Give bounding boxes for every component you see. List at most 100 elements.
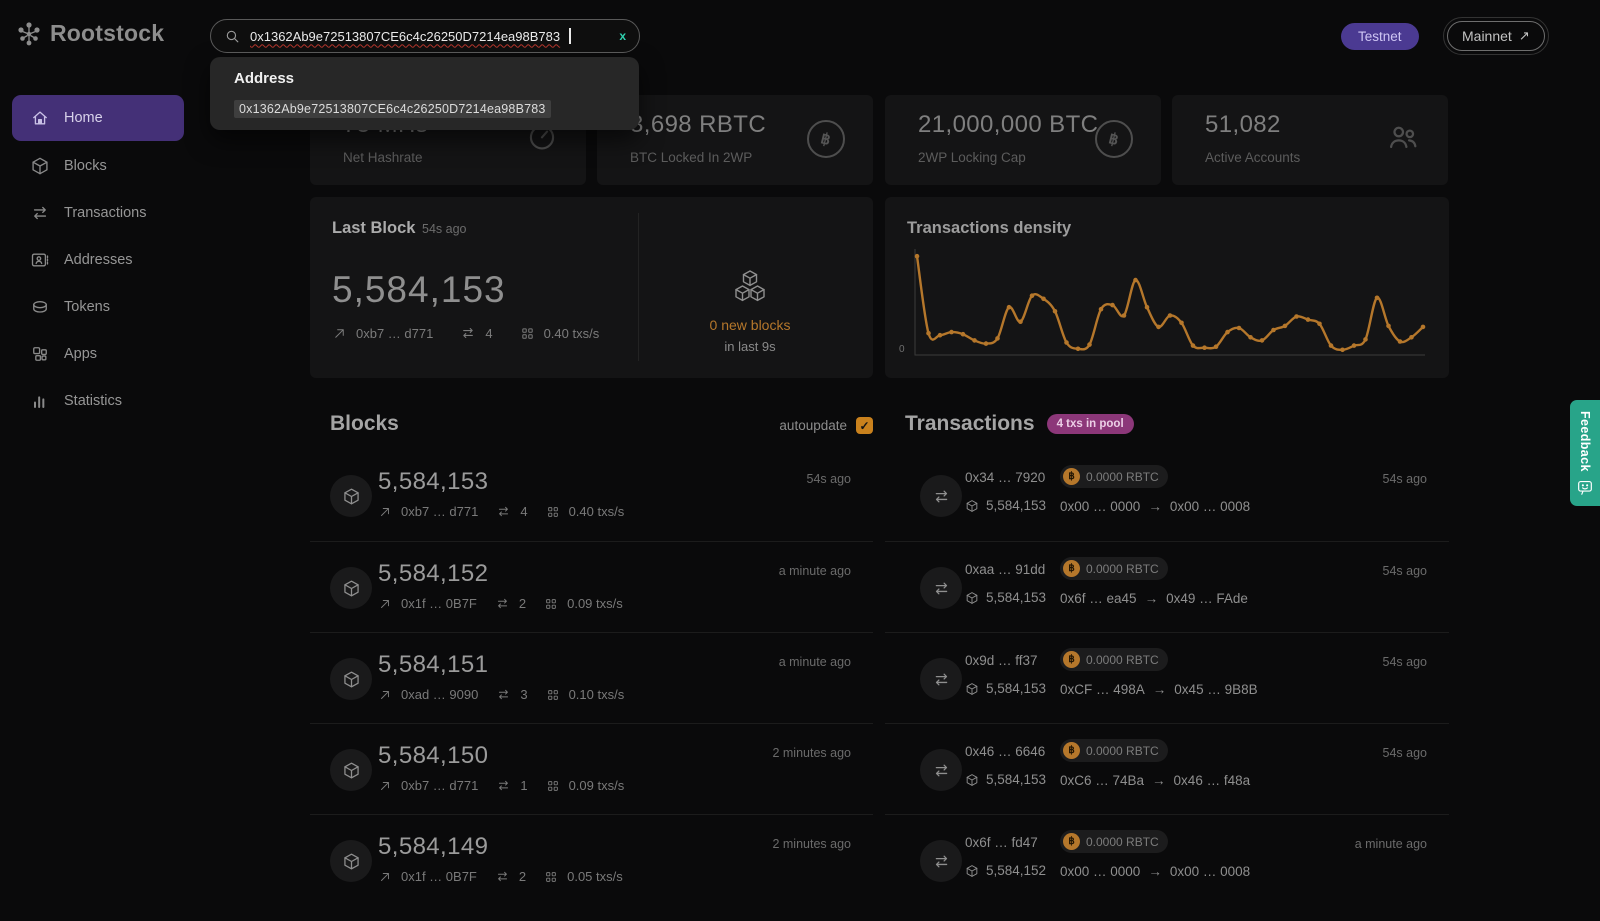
feedback-button[interactable]: Feedback: [1570, 400, 1600, 506]
home-icon: [30, 108, 50, 128]
block-cube-icon: [330, 475, 372, 517]
sidebar-item-transactions[interactable]: Transactions: [12, 190, 184, 236]
stat-value: 3,698 RBTC: [630, 111, 766, 139]
rbtc-coin-icon: ฿: [1063, 651, 1080, 668]
transaction-row[interactable]: 0x46 … 6646 5,584,153 ฿ 0.0000 RBTC 0xC6…: [885, 723, 1449, 814]
testnet-button[interactable]: Testnet: [1341, 23, 1419, 50]
transaction-to-link[interactable]: 0x46 … f48a: [1174, 773, 1251, 788]
block-row[interactable]: 5,584,149 0x1f … 0B7F 2 0.05 txs/s 2 min…: [310, 814, 873, 905]
transaction-row[interactable]: 0x9d … ff37 5,584,153 ฿ 0.0000 RBTC 0xCF…: [885, 632, 1449, 723]
transaction-hash-link[interactable]: 0x9d … ff37: [965, 653, 1038, 668]
block-cube-icon: [330, 840, 372, 882]
miner-arrow-icon: [332, 326, 347, 341]
sidebar-item-statistics[interactable]: Statistics: [12, 378, 184, 424]
transaction-to-link[interactable]: 0x49 … FAde: [1166, 591, 1248, 606]
sidebar-item-home[interactable]: Home: [12, 95, 184, 141]
grid-icon: [546, 779, 560, 793]
rbtc-coin-icon: ฿: [1063, 468, 1080, 485]
miner-arrow-icon: [378, 688, 392, 702]
rootstock-logo[interactable]: Rootstock: [16, 20, 164, 47]
transaction-row[interactable]: 0xaa … 91dd 5,584,153 ฿ 0.0000 RBTC 0x6f…: [885, 541, 1449, 632]
transaction-to-link[interactable]: 0x00 … 0008: [1170, 864, 1250, 879]
transaction-hash-link[interactable]: 0xaa … 91dd: [965, 562, 1045, 577]
block-miner-hash[interactable]: 0x1f … 0B7F: [401, 869, 477, 884]
autoupdate-checkbox[interactable]: ✓: [856, 417, 873, 434]
sidebar-item-label: Blocks: [64, 158, 107, 174]
block-miner-hash[interactable]: 0xad … 9090: [401, 687, 478, 702]
sidebar-item-blocks[interactable]: Blocks: [12, 143, 184, 189]
block-miner-hash[interactable]: 0x1f … 0B7F: [401, 596, 477, 611]
transaction-from-link[interactable]: 0xC6 … 74Ba: [1060, 773, 1144, 788]
transaction-row[interactable]: 0x34 … 7920 5,584,153 ฿ 0.0000 RBTC 0x00…: [885, 450, 1449, 541]
transaction-amount-badge: ฿ 0.0000 RBTC: [1060, 557, 1168, 580]
transaction-block-link[interactable]: 5,584,153: [986, 681, 1046, 696]
transaction-to-link[interactable]: 0x45 … 9B8B: [1174, 682, 1257, 697]
sidebar-item-addresses[interactable]: Addresses: [12, 237, 184, 283]
block-row[interactable]: 5,584,151 0xad … 9090 3 0.10 txs/s a min…: [310, 632, 873, 723]
mainnet-label: Mainnet: [1462, 28, 1512, 44]
arrow-right-icon: →: [1153, 682, 1167, 697]
block-row[interactable]: 5,584,153 0xb7 … d771 4 0.40 txs/s 54s a…: [310, 450, 873, 541]
search-input[interactable]: 0x1362Ab9e72513807CE6c4c26250D7214ea98B7…: [210, 19, 640, 53]
rootstock-explorer-page: Rootstock 0x1362Ab9e72513807CE6c4c26250D…: [0, 0, 1600, 921]
rbtc-coin-icon: ฿: [1063, 833, 1080, 850]
transaction-from-link[interactable]: 0x00 … 0000: [1060, 499, 1140, 514]
search-icon: [224, 28, 241, 45]
clear-search-icon[interactable]: x: [619, 29, 626, 43]
mainnet-button[interactable]: Mainnet ↗: [1447, 21, 1545, 51]
stat-label: 2WP Locking Cap: [918, 150, 1026, 165]
txs-in-pool-badge[interactable]: 4 txs in pool: [1047, 414, 1134, 434]
stat-value: 21,000,000 BTC: [918, 111, 1098, 139]
search-input-value[interactable]: 0x1362Ab9e72513807CE6c4c26250D7214ea98B7…: [250, 29, 560, 44]
grid-icon: [544, 870, 558, 884]
sidebar-item-tokens[interactable]: Tokens: [12, 284, 184, 330]
block-number-link[interactable]: 5,584,152: [378, 560, 488, 588]
transaction-amount: 0.0000 RBTC: [1086, 470, 1159, 484]
transaction-row[interactable]: 0x6f … fd47 5,584,152 ฿ 0.0000 RBTC 0x00…: [885, 814, 1449, 905]
block-number-link[interactable]: 5,584,151: [378, 651, 488, 679]
autoupdate-toggle[interactable]: autoupdate ✓: [703, 417, 873, 434]
cube-icon: [965, 591, 979, 605]
transaction-to-link[interactable]: 0x00 … 0008: [1170, 499, 1250, 514]
search-suggestions-dropdown: Address 0x1362Ab9e72513807CE6c4c26250D72…: [210, 57, 639, 130]
dropdown-address-result[interactable]: 0x1362Ab9e72513807CE6c4c26250D7214ea98B7…: [234, 100, 551, 118]
cube-icon: [965, 773, 979, 787]
rootstock-logo-icon: [16, 21, 42, 47]
last-block-number[interactable]: 5,584,153: [332, 269, 506, 311]
block-miner-hash[interactable]: 0xb7 … d771: [401, 778, 478, 793]
grid-icon: [520, 326, 535, 341]
last-block-title: Last Block: [332, 219, 415, 238]
feedback-label: Feedback: [1578, 411, 1592, 472]
stat-label: Active Accounts: [1205, 150, 1300, 165]
stat-label: Net Hashrate: [343, 150, 423, 165]
block-miner-hash[interactable]: 0xb7 … d771: [401, 504, 478, 519]
transaction-block-link[interactable]: 5,584,153: [986, 590, 1046, 605]
transaction-block-link[interactable]: 5,584,152: [986, 863, 1046, 878]
last-block-miner-hash[interactable]: 0xb7 … d771: [356, 326, 433, 341]
block-tx-rate: 0.40 txs/s: [569, 504, 625, 519]
transaction-hash-link[interactable]: 0x46 … 6646: [965, 744, 1045, 759]
block-tx-count: 3: [520, 687, 527, 702]
transaction-from-link[interactable]: 0x00 … 0000: [1060, 864, 1140, 879]
transaction-block-link[interactable]: 5,584,153: [986, 498, 1046, 513]
arrow-right-icon: →: [1148, 499, 1162, 514]
transaction-swap-icon: [920, 658, 962, 700]
autoupdate-label: autoupdate: [779, 418, 847, 433]
transaction-from-link[interactable]: 0x6f … ea45: [1060, 591, 1137, 606]
sidebar-item-label: Home: [64, 110, 103, 126]
last-block-time-ago: 54s ago: [422, 222, 466, 236]
block-number-link[interactable]: 5,584,149: [378, 833, 488, 861]
block-row[interactable]: 5,584,150 0xb7 … d771 1 0.09 txs/s 2 min…: [310, 723, 873, 814]
transaction-swap-icon: [920, 475, 962, 517]
miner-arrow-icon: [378, 597, 392, 611]
block-number-link[interactable]: 5,584,153: [378, 468, 488, 496]
block-number-link[interactable]: 5,584,150: [378, 742, 488, 770]
transaction-hash-link[interactable]: 0x34 … 7920: [965, 470, 1045, 485]
transaction-from-link[interactable]: 0xCF … 498A: [1060, 682, 1145, 697]
id-card-icon: [30, 250, 50, 270]
logo-text: Rootstock: [50, 20, 164, 47]
sidebar-item-apps[interactable]: Apps: [12, 331, 184, 377]
transaction-hash-link[interactable]: 0x6f … fd47: [965, 835, 1038, 850]
block-row[interactable]: 5,584,152 0x1f … 0B7F 2 0.09 txs/s a min…: [310, 541, 873, 632]
transaction-block-link[interactable]: 5,584,153: [986, 772, 1046, 787]
